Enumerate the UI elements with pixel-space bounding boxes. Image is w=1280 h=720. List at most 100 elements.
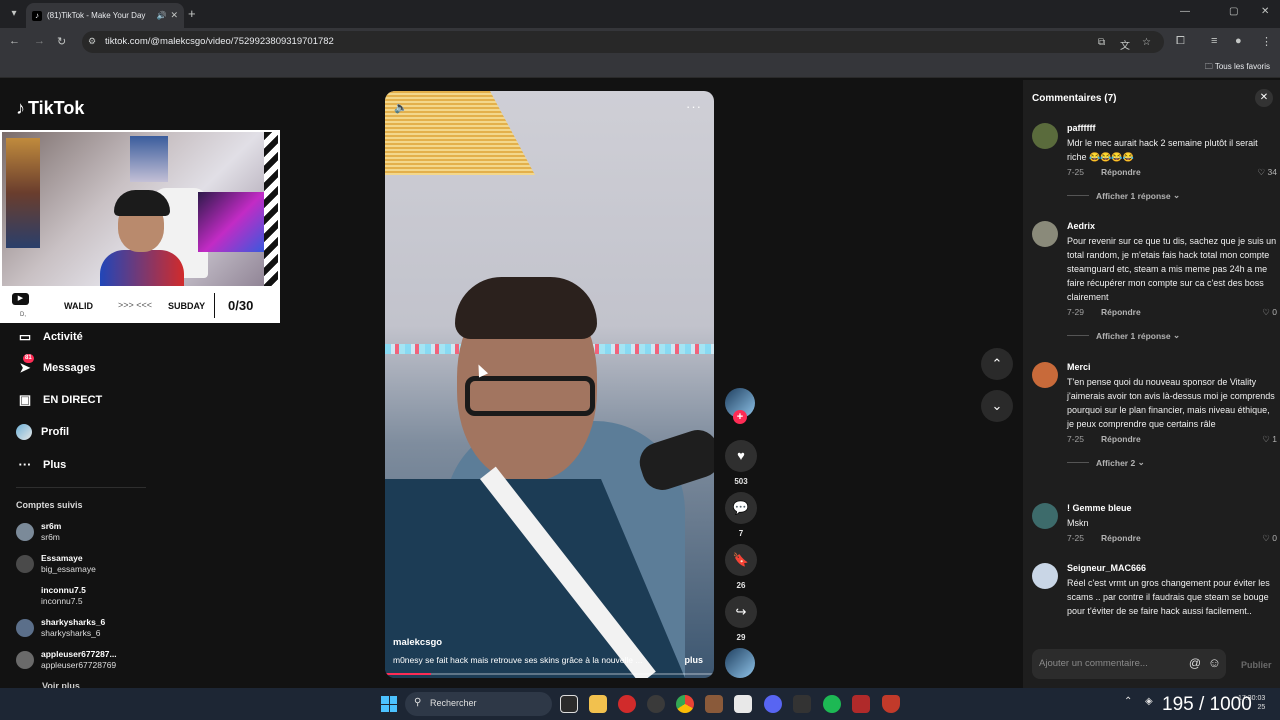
reload-button[interactable]: ↻ — [57, 35, 66, 48]
windows-start-icon[interactable] — [381, 696, 397, 712]
address-bar[interactable]: ⚙ tiktok.com/@malekcsgo/video/7529923809… — [82, 31, 1164, 53]
followed-account[interactable]: sharkysharks_6 sharkysharks_6 — [16, 617, 105, 639]
comment-like[interactable]: ♡ 0 — [1262, 307, 1277, 318]
mention-icon[interactable]: @ — [1189, 656, 1201, 670]
comments-title: Commentaires (7) — [1032, 93, 1117, 104]
window-maximize-button[interactable]: ▢ — [1229, 6, 1238, 17]
comment-like-count: 34 — [1267, 167, 1277, 177]
clock[interactable]: 17:30:03 25 — [1238, 694, 1265, 712]
commenter-name[interactable]: Seigneur_MAC666 — [1067, 563, 1277, 573]
comment-input[interactable]: Ajouter un commentaire... @ ☺ — [1032, 649, 1226, 679]
rgb-monitor — [198, 192, 270, 252]
commenter-avatar[interactable] — [1032, 503, 1058, 529]
network-icon[interactable]: ◈ — [1145, 696, 1153, 707]
previous-video-button[interactable]: ⌃ — [981, 348, 1013, 380]
chrome-app-icon[interactable] — [676, 695, 694, 713]
tab-close-icon[interactable]: ✕ — [170, 10, 178, 21]
comment-like[interactable]: ♡ 0 — [1262, 533, 1277, 544]
taskbar-search-label: Rechercher — [430, 698, 477, 708]
bookmark-star-icon[interactable]: ☆ — [1142, 37, 1151, 48]
follow-plus-icon[interactable]: + — [733, 410, 747, 424]
comment-like[interactable]: ♡ 1 — [1262, 434, 1277, 445]
comment-like[interactable]: ♡ 34 — [1258, 167, 1277, 178]
emoji-icon[interactable]: ☺ — [1208, 655, 1221, 670]
like-button[interactable]: ♥ 503 — [725, 440, 757, 486]
next-video-button[interactable]: ⌄ — [981, 390, 1013, 422]
app-icon[interactable] — [705, 695, 723, 713]
reply-button[interactable]: Répondre — [1101, 434, 1141, 444]
publish-button[interactable]: Publier — [1241, 660, 1272, 670]
extensions-icon[interactable]: ⧠ — [1176, 35, 1185, 48]
show-replies-button[interactable]: Afficher 1 réponse ⌄ — [1067, 190, 1277, 201]
more-options-icon[interactable]: ··· — [686, 99, 702, 114]
show-replies-button[interactable]: Afficher 2 ⌄ — [1067, 457, 1277, 468]
app-icon[interactable] — [793, 695, 811, 713]
clock-time: 17:30:03 — [1238, 695, 1266, 702]
file-explorer-icon[interactable] — [589, 695, 607, 713]
video-author[interactable]: malekcsgo — [393, 637, 442, 648]
browser-tab[interactable]: ♪ (81)TikTok - Make Your Day 🔊 ✕ — [26, 3, 184, 28]
reply-button[interactable]: Répondre — [1101, 533, 1141, 543]
followed-account[interactable]: inconnu7.5 inconnu7.5 — [16, 585, 86, 607]
cast-icon[interactable]: ⧉ — [1098, 37, 1105, 48]
followed-account[interactable]: Essamaye big_essamaye — [16, 553, 96, 575]
app-icon[interactable] — [647, 695, 665, 713]
show-replies-button[interactable]: Afficher 1 réponse ⌄ — [1067, 330, 1277, 341]
all-bookmarks-folder[interactable]: 🗀 Tous les favoris — [1205, 61, 1270, 75]
site-info-icon[interactable]: ⚙ — [88, 36, 96, 47]
spotify-app-icon[interactable] — [823, 695, 841, 713]
video-progress-bar[interactable] — [385, 673, 714, 675]
presenter-glasses — [465, 376, 595, 416]
profile-icon[interactable]: ● — [1235, 35, 1242, 47]
close-comments-button[interactable]: ✕ — [1255, 89, 1273, 107]
tab-search-chevron-icon[interactable]: ▾ — [6, 6, 22, 22]
commenter-avatar[interactable] — [1032, 362, 1058, 388]
discord-app-icon[interactable] — [764, 695, 782, 713]
share-button[interactable]: ↪ 29 — [725, 596, 757, 642]
media-controls-icon[interactable]: ≡ — [1211, 35, 1217, 47]
reply-button[interactable]: Répondre — [1101, 307, 1141, 317]
all-bookmarks-label: Tous les favoris — [1214, 62, 1270, 71]
brave-app-icon[interactable] — [882, 695, 900, 713]
music-disc[interactable] — [725, 648, 755, 678]
comment-text: Réel c'est vrmt un gros changement pour … — [1067, 578, 1270, 616]
video-player[interactable]: 🔈 ··· malekcsgo m0nesy se fait hack mais… — [385, 91, 714, 678]
save-button[interactable]: 🔖 26 — [725, 544, 757, 590]
account-name: sharkysharks_6 — [41, 617, 106, 627]
tray-chevron-icon[interactable]: ⌃ — [1124, 696, 1132, 707]
nav-activity[interactable]: ▭ Activité — [16, 329, 166, 345]
nav-profile[interactable]: Profil — [16, 424, 166, 440]
caption-more-link[interactable]: plus — [684, 655, 703, 665]
terminal-app-icon[interactable] — [560, 695, 578, 713]
new-tab-button[interactable]: + — [188, 6, 196, 21]
app-icon[interactable] — [734, 695, 752, 713]
nav-live[interactable]: ▣ EN DIRECT — [16, 392, 166, 408]
followed-account[interactable]: appleuser677287... appleuser67728769 — [16, 649, 117, 671]
forward-button[interactable]: → — [34, 35, 45, 47]
window-close-button[interactable]: ✕ — [1261, 6, 1269, 17]
opera-app-icon[interactable] — [618, 695, 636, 713]
commenter-avatar[interactable] — [1032, 221, 1058, 247]
nav-more[interactable]: ··· Plus — [16, 457, 166, 473]
player2-name: SUBDAY — [168, 301, 206, 311]
back-button[interactable]: ← — [9, 35, 20, 47]
tiktok-logo[interactable]: ♪ TikTok — [16, 98, 84, 119]
commenter-name[interactable]: paffffff — [1067, 123, 1277, 133]
app-icon[interactable] — [852, 695, 870, 713]
followed-account[interactable]: sr6m sr6m — [16, 521, 61, 543]
commenter-name[interactable]: Merci — [1067, 362, 1277, 372]
nav-messages[interactable]: ➤ 81 Messages — [16, 354, 166, 376]
comment-button[interactable]: 💬 7 — [725, 492, 757, 538]
translate-icon[interactable]: 文 — [1120, 37, 1130, 52]
volume-icon[interactable]: 🔈 — [394, 101, 408, 114]
chrome-menu-icon[interactable]: ⋮ — [1261, 35, 1272, 48]
tab-audio-icon[interactable]: 🔊 — [156, 11, 166, 20]
commenter-name[interactable]: Aedrix — [1067, 221, 1277, 231]
commenter-avatar[interactable] — [1032, 563, 1058, 589]
commenter-avatar[interactable] — [1032, 123, 1058, 149]
reply-button[interactable]: Répondre — [1101, 167, 1141, 177]
account-name: sr6m — [41, 521, 62, 531]
commenter-name[interactable]: ! Gemme bleue — [1067, 503, 1277, 513]
taskbar-search[interactable]: ⚲ Rechercher — [405, 692, 552, 716]
window-minimize-button[interactable]: — — [1180, 6, 1190, 17]
